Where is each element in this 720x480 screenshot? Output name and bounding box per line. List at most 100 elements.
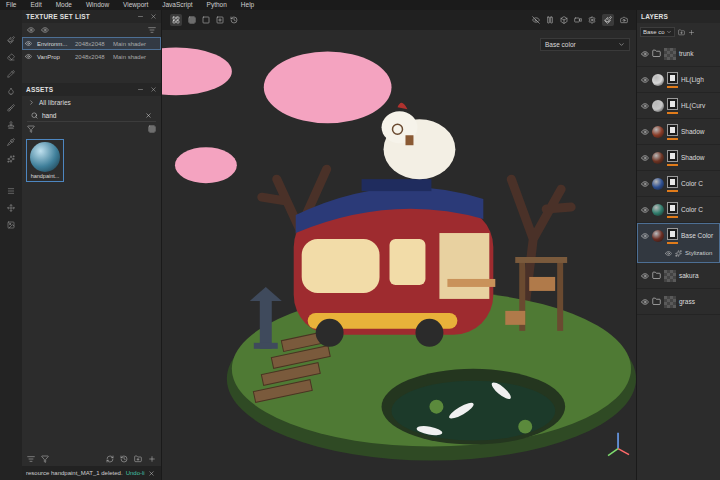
sparkles-icon[interactable] (7, 155, 15, 163)
grid-icon[interactable] (188, 16, 196, 24)
scene-render[interactable] (162, 30, 636, 480)
layer-row[interactable]: Color C (637, 197, 720, 222)
layer-row[interactable]: grass (637, 289, 720, 314)
chevron-right-icon[interactable] (28, 99, 35, 106)
clone-icon[interactable] (7, 121, 15, 129)
layer-mask[interactable] (667, 228, 678, 240)
eye-icon[interactable] (641, 180, 649, 188)
undo-link[interactable]: Undo-li (126, 470, 145, 476)
clear-icon[interactable] (145, 112, 152, 119)
layer-item[interactable]: trunk (637, 41, 720, 67)
layer-item[interactable]: HL(Curv (637, 93, 720, 119)
filter-icon[interactable] (41, 455, 49, 463)
layout-grid-icon[interactable] (172, 16, 180, 24)
folder-plus-icon[interactable] (134, 455, 142, 463)
search-field[interactable]: hand (27, 109, 156, 122)
layer-mask[interactable] (667, 72, 678, 84)
asset-thumbnail[interactable]: handpaint... (27, 140, 63, 181)
layer-item[interactable]: Shadow (637, 145, 720, 171)
close-icon[interactable] (150, 86, 157, 93)
eye-icon[interactable] (641, 102, 649, 110)
menu-item[interactable]: Mode (56, 0, 72, 10)
viewport[interactable]: Base color (162, 30, 636, 480)
grid-icon[interactable] (148, 125, 156, 133)
eye-icon[interactable] (641, 206, 649, 214)
fill-icon[interactable] (7, 87, 15, 95)
move-icon[interactable] (7, 204, 15, 212)
plus-icon[interactable] (148, 455, 156, 463)
layer-item[interactable]: Color C (637, 197, 720, 223)
layers-icon[interactable] (7, 187, 15, 195)
menu-item[interactable]: Help (241, 0, 254, 10)
pause-icon[interactable] (546, 16, 554, 24)
camera-icon[interactable] (620, 16, 628, 24)
layer-row[interactable]: Base Color (637, 223, 720, 248)
eye-icon[interactable] (27, 26, 35, 34)
image-icon[interactable] (7, 221, 15, 229)
eye-icon[interactable] (641, 154, 649, 162)
square-plus-icon[interactable] (216, 16, 224, 24)
effect-row[interactable]: Stylization (637, 248, 720, 262)
list-filter-icon[interactable] (148, 26, 156, 34)
eye-icon[interactable] (641, 76, 649, 84)
eye-icon[interactable] (25, 53, 32, 60)
layer-item[interactable]: Base ColorStylization (637, 223, 720, 263)
minimize-icon[interactable] (137, 86, 144, 93)
layer-item[interactable]: sakura (637, 263, 720, 289)
layer-mask[interactable] (667, 150, 678, 162)
history-icon[interactable] (230, 16, 238, 24)
eye-icon[interactable] (641, 298, 649, 306)
layer-mask[interactable] (667, 202, 678, 214)
square-icon[interactable] (202, 16, 210, 24)
box-icon[interactable] (560, 16, 568, 24)
menu-item[interactable]: Viewport (123, 0, 148, 10)
layer-mask[interactable] (667, 176, 678, 188)
eye-off-icon[interactable] (532, 16, 540, 24)
layer-row[interactable]: HL(Ligh (637, 67, 720, 92)
layer-row[interactable]: trunk (637, 41, 720, 66)
layer-item[interactable]: Color C (637, 171, 720, 197)
paintbrush-icon[interactable] (604, 16, 612, 24)
texture-set-row[interactable]: Environm...2048x2048Main shader (22, 37, 161, 50)
layer-mask[interactable] (667, 98, 678, 110)
settings-icon[interactable] (588, 16, 596, 24)
close-icon[interactable] (148, 470, 155, 477)
texture-set-row[interactable]: VanProp2048x2048Main shader (22, 50, 161, 63)
eye-icon[interactable] (641, 128, 649, 136)
layer-item[interactable]: Shadow (637, 119, 720, 145)
eye-icon[interactable] (641, 232, 649, 240)
minimize-icon[interactable] (137, 13, 144, 20)
layer-item[interactable]: HL(Ligh (637, 67, 720, 93)
filter-icon[interactable] (27, 125, 35, 133)
menu-item[interactable]: Python (207, 0, 227, 10)
library-row[interactable]: All libraries (22, 96, 161, 109)
history-icon[interactable] (120, 455, 128, 463)
list-icon[interactable] (27, 455, 35, 463)
eye-icon[interactable] (641, 50, 649, 58)
eye-icon[interactable] (25, 40, 32, 47)
paintbrush-icon[interactable] (7, 36, 15, 44)
layer-mask[interactable] (667, 124, 678, 136)
plus-icon[interactable] (688, 29, 695, 36)
eye-icon[interactable] (41, 26, 49, 34)
layer-item[interactable]: grass (637, 289, 720, 315)
menu-item[interactable]: JavaScript (162, 0, 192, 10)
menu-item[interactable]: Window (86, 0, 109, 10)
layer-row[interactable]: Shadow (637, 119, 720, 144)
refresh-icon[interactable] (106, 455, 114, 463)
menu-item[interactable]: File (6, 0, 16, 10)
layer-row[interactable]: HL(Curv (637, 93, 720, 118)
pencil-icon[interactable] (7, 70, 15, 78)
folder-plus-icon[interactable] (678, 29, 685, 36)
layer-row[interactable]: sakura (637, 263, 720, 288)
eye-icon[interactable] (641, 272, 649, 280)
picker-icon[interactable] (7, 138, 15, 146)
smudge-icon[interactable] (7, 104, 15, 112)
eraser-icon[interactable] (7, 53, 15, 61)
layer-channel-select[interactable]: Base co (640, 27, 675, 37)
eye-icon[interactable] (665, 250, 672, 257)
layer-row[interactable]: Shadow (637, 145, 720, 170)
close-icon[interactable] (150, 13, 157, 20)
layer-row[interactable]: Color C (637, 171, 720, 196)
channel-select[interactable]: Base color (540, 38, 630, 51)
